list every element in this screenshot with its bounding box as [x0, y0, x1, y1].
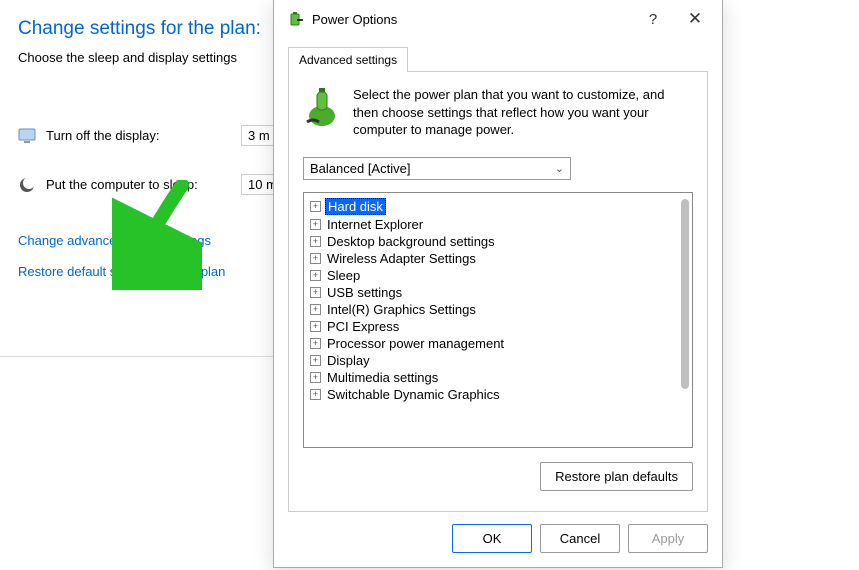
cancel-button[interactable]: Cancel — [540, 524, 620, 553]
expand-icon[interactable]: + — [310, 287, 321, 298]
tree-item[interactable]: + Display — [310, 352, 692, 369]
tree-item[interactable]: + Intel(R) Graphics Settings — [310, 301, 692, 318]
power-options-dialog: Power Options ? ✕ Advanced settings Sele… — [273, 0, 723, 568]
plan-select-value: Balanced [Active] — [310, 161, 410, 176]
plan-select[interactable]: Balanced [Active] ⌄ — [303, 157, 571, 180]
expand-icon[interactable]: + — [310, 201, 321, 212]
tree-item[interactable]: + Switchable Dynamic Graphics — [310, 386, 692, 403]
settings-tree: + Hard disk + Internet Explorer + Desktop bac… — [303, 192, 693, 448]
tree-item-label: Sleep — [325, 268, 362, 283]
divider — [0, 356, 273, 357]
expand-icon[interactable]: + — [310, 338, 321, 349]
expand-icon[interactable]: + — [310, 253, 321, 264]
tree-item-label: Wireless Adapter Settings — [325, 251, 478, 266]
tree-item-label: Internet Explorer — [325, 217, 425, 232]
dialog-footer: OK Cancel Apply — [274, 512, 722, 567]
expand-icon[interactable]: + — [310, 321, 321, 332]
scrollbar[interactable] — [681, 199, 689, 389]
tree-item[interactable]: + Hard disk — [310, 197, 692, 216]
tree-item[interactable]: + Multimedia settings — [310, 369, 692, 386]
battery-icon — [288, 11, 304, 27]
chevron-down-icon: ⌄ — [555, 162, 564, 175]
advanced-tab-panel: Select the power plan that you want to c… — [288, 71, 708, 512]
tree-item-label: PCI Express — [325, 319, 401, 334]
expand-icon[interactable]: + — [310, 389, 321, 400]
close-button[interactable]: ✕ — [684, 8, 706, 30]
tree-item-label: Processor power management — [325, 336, 506, 351]
expand-icon[interactable]: + — [310, 236, 321, 247]
expand-icon[interactable]: + — [310, 270, 321, 281]
intro-text: Select the power plan that you want to c… — [353, 86, 693, 139]
tree-item-label: Desktop background settings — [325, 234, 497, 249]
tab-advanced-settings[interactable]: Advanced settings — [288, 47, 408, 72]
tree-item[interactable]: + Desktop background settings — [310, 233, 692, 250]
restore-plan-defaults-button[interactable]: Restore plan defaults — [540, 462, 693, 491]
expand-icon[interactable]: + — [310, 372, 321, 383]
moon-icon — [18, 176, 36, 194]
power-plan-icon — [303, 86, 341, 128]
tree-item-label: Intel(R) Graphics Settings — [325, 302, 478, 317]
tree-item-label: USB settings — [325, 285, 404, 300]
tree-item[interactable]: + Sleep — [310, 267, 692, 284]
expand-icon[interactable]: + — [310, 355, 321, 366]
tree-item[interactable]: + Processor power management — [310, 335, 692, 352]
tree-item-label: Hard disk — [325, 198, 386, 215]
help-button[interactable]: ? — [642, 8, 664, 30]
monitor-icon — [18, 127, 36, 145]
tree-item[interactable]: + USB settings — [310, 284, 692, 301]
expand-icon[interactable]: + — [310, 304, 321, 315]
titlebar: Power Options ? ✕ — [274, 0, 722, 40]
ok-button[interactable]: OK — [452, 524, 532, 553]
sleep-timeout-label: Put the computer to sleep: — [46, 177, 231, 192]
expand-icon[interactable]: + — [310, 219, 321, 230]
tree-item-label: Switchable Dynamic Graphics — [325, 387, 502, 402]
display-timeout-value[interactable]: 3 m — [241, 125, 277, 146]
apply-button[interactable]: Apply — [628, 524, 708, 553]
tree-item[interactable]: + PCI Express — [310, 318, 692, 335]
tree-item[interactable]: + Wireless Adapter Settings — [310, 250, 692, 267]
tree-item-label: Multimedia settings — [325, 370, 440, 385]
tree-item-label: Display — [325, 353, 372, 368]
display-timeout-label: Turn off the display: — [46, 128, 231, 143]
dialog-title: Power Options — [312, 12, 634, 27]
tree-item[interactable]: + Internet Explorer — [310, 216, 692, 233]
